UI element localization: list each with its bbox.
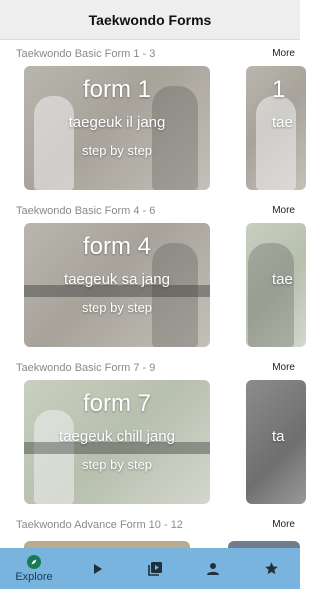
- nav-favorites[interactable]: [246, 548, 296, 589]
- section-title: Taekwondo Basic Form 1 - 3: [16, 48, 156, 60]
- compass-icon: [27, 555, 41, 569]
- nav-library[interactable]: [130, 548, 180, 589]
- form-card-peek[interactable]: ta: [246, 380, 306, 504]
- bottom-nav: Explore: [0, 548, 300, 589]
- section-basic-form-7-9: Taekwondo Basic Form 7 - 9 More form 7 t…: [0, 360, 306, 510]
- nav-explore-label: Explore: [15, 571, 53, 583]
- more-button[interactable]: More: [272, 519, 295, 530]
- form-card-form-1[interactable]: form 1 taegeuk il jang step by step: [24, 66, 210, 190]
- section-basic-form-1-3: Taekwondo Basic Form 1 - 3 More form 1 t…: [0, 46, 306, 196]
- section-title: Taekwondo Basic Form 7 - 9: [16, 362, 156, 374]
- library-icon: [147, 562, 162, 576]
- nav-videos[interactable]: [72, 548, 122, 589]
- section-header: Taekwondo Basic Form 4 - 6 More: [0, 203, 300, 221]
- section-basic-form-4-6: Taekwondo Basic Form 4 - 6 More form 4 t…: [0, 203, 306, 353]
- form-card-peek[interactable]: tae: [246, 223, 306, 347]
- star-icon: [264, 562, 278, 575]
- form-card-form-4[interactable]: form 4 taegeuk sa jang step by step: [24, 223, 210, 347]
- card-title: form 4: [82, 233, 151, 260]
- more-button[interactable]: More: [272, 362, 295, 373]
- form-card-peek[interactable]: 1 tae: [246, 66, 306, 190]
- nav-explore[interactable]: Explore: [4, 548, 64, 589]
- more-button[interactable]: More: [272, 48, 295, 59]
- card-tagline: step by step: [81, 457, 153, 472]
- page-title: Taekwondo Forms: [88, 11, 212, 28]
- card-subtitle: taegeuk il jang: [68, 114, 166, 131]
- section-header: Taekwondo Advance Form 10 - 12 More: [0, 517, 300, 535]
- section-title: Taekwondo Advance Form 10 - 12: [16, 519, 183, 531]
- card-tagline: step by step: [81, 300, 153, 315]
- nav-profile[interactable]: [188, 548, 238, 589]
- card-subtitle: taegeuk sa jang: [64, 271, 170, 288]
- card-subtitle: ta: [272, 428, 285, 445]
- card-title: form 7: [82, 390, 151, 417]
- card-photo-figure: [248, 243, 294, 347]
- form-card-form-7[interactable]: form 7 taegeuk chill jang step by step: [24, 380, 210, 504]
- card-subtitle: tae: [272, 271, 293, 288]
- play-icon: [94, 563, 102, 574]
- app-header: Taekwondo Forms: [0, 0, 300, 40]
- person-icon: [207, 562, 219, 575]
- card-title: form 1: [82, 76, 151, 103]
- more-button[interactable]: More: [272, 205, 295, 216]
- card-photo-figure: [256, 96, 296, 190]
- section-header: Taekwondo Basic Form 1 - 3 More: [0, 46, 300, 64]
- card-subtitle: tae: [272, 114, 293, 131]
- card-title: 1: [272, 76, 286, 103]
- card-tagline: step by step: [81, 143, 153, 158]
- section-header: Taekwondo Basic Form 7 - 9 More: [0, 360, 300, 378]
- card-subtitle: taegeuk chill jang: [59, 428, 175, 445]
- section-title: Taekwondo Basic Form 4 - 6: [16, 205, 156, 217]
